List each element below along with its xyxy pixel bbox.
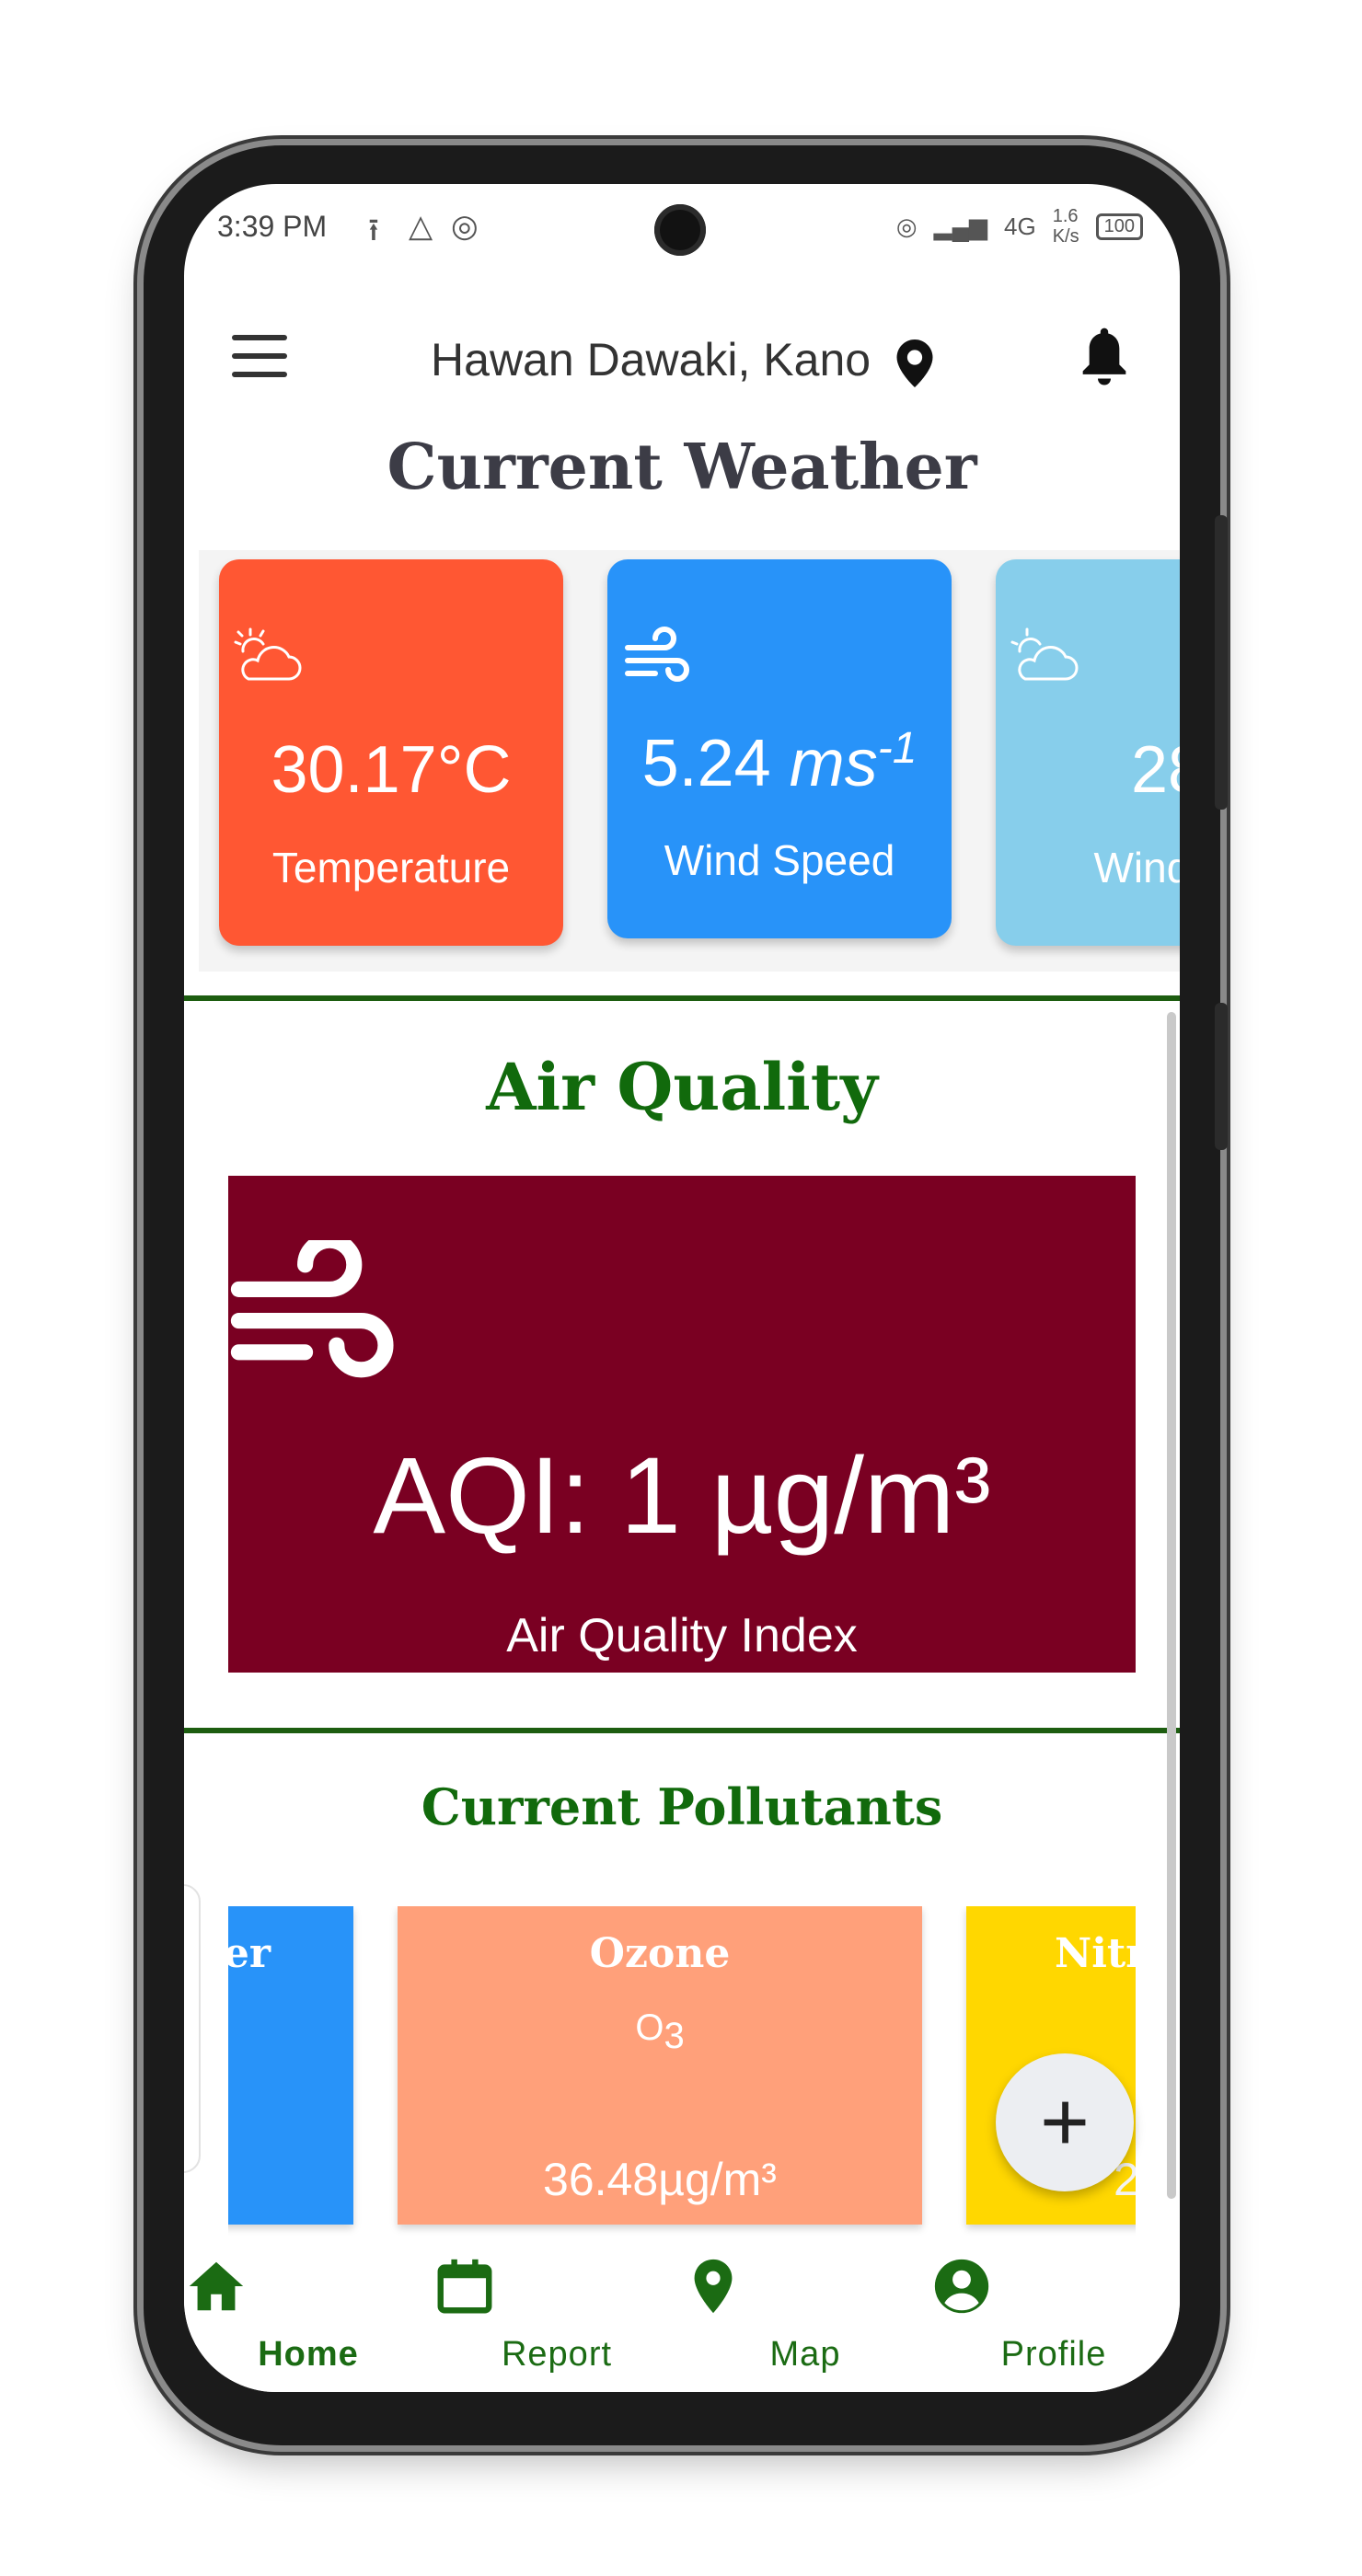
partly-cloudy-icon	[234, 627, 302, 681]
pollutant-formula: O3	[635, 2007, 685, 2056]
weather-cards-carousel[interactable]: 30.17°C Temperature 5.24 ms-1 Wind Speed	[199, 550, 1180, 972]
app-bar: Hawan Dawaki, Kano	[184, 313, 1180, 405]
profile-icon	[934, 2259, 989, 2314]
nav-home[interactable]: Home	[184, 2236, 433, 2392]
volume-button	[1215, 515, 1228, 810]
pollutants-title: Current Pollutants	[421, 1777, 943, 1836]
location-display[interactable]: Hawan Dawaki, Kano	[184, 333, 1180, 387]
battery-icon: 100	[1095, 213, 1143, 240]
pollutant-value: 36.48µg/m³	[543, 2154, 777, 2205]
hotspot-icon: ◎	[895, 212, 918, 240]
temperature-value: 30.17°C	[271, 733, 512, 807]
pollutant-name: ter	[228, 1930, 271, 1977]
hotspot-icon: ◎	[451, 209, 479, 244]
aqi-label: Air Quality Index	[506, 1609, 858, 1662]
plus-icon	[1044, 2101, 1086, 2144]
status-indicators: ◎ ▂▄▆ 4G 1.6 K/s 100	[896, 206, 1143, 247]
status-bar: 3:39 PM ⭱ △ ◎ ◎ ▂▄▆ 4G 1.6 K/s 100	[184, 184, 1180, 276]
status-time: 3:39 PM	[217, 210, 328, 243]
nav-map[interactable]: Map	[681, 2236, 929, 2392]
wind-speed-number: 5.24	[641, 727, 771, 800]
wind-icon	[625, 627, 689, 682]
carousel-edge	[184, 1884, 201, 2173]
calendar-icon	[437, 2259, 492, 2314]
map-pin-icon	[896, 339, 933, 387]
temperature-label: Temperature	[271, 844, 511, 891]
nav-report-label: Report	[501, 2335, 613, 2374]
aqi-value: AQI: 1 µg/m³	[373, 1435, 991, 1557]
upload-icon: ⭱	[368, 213, 379, 247]
current-weather-title: Current Weather	[387, 431, 977, 504]
home-icon	[189, 2261, 244, 2311]
drive-icon: △	[409, 209, 433, 244]
aqi-card[interactable]: AQI: 1 µg/m³ Air Quality Index	[228, 1176, 1136, 1673]
network-rate: 1.6 K/s	[1053, 206, 1079, 247]
wind-speed-unit: ms	[789, 727, 878, 800]
nav-profile[interactable]: Profile	[929, 2236, 1178, 2392]
nav-profile-label: Profile	[1000, 2335, 1107, 2374]
air-quality-title: Air Quality	[486, 1049, 878, 1125]
nav-home-label: Home	[258, 2335, 359, 2374]
bottom-navigation: Home Report Map Profile	[184, 2236, 1180, 2392]
nav-report[interactable]: Report	[433, 2236, 681, 2392]
pollutant-card-water[interactable]: ter	[228, 1906, 353, 2225]
network-rate-top: 1.6	[1052, 206, 1079, 226]
app-screen: 3:39 PM ⭱ △ ◎ ◎ ▂▄▆ 4G 1.6 K/s 100 Hawan…	[184, 184, 1180, 2392]
pollutant-name: Ozone	[589, 1930, 731, 1977]
partly-cloudy-icon	[1010, 627, 1079, 681]
network-rate-bottom: K/s	[1052, 226, 1079, 247]
network-type: 4G	[1004, 212, 1036, 240]
map-pin-icon	[694, 2259, 733, 2314]
power-button	[1215, 1003, 1228, 1150]
scrollbar[interactable]	[1167, 1012, 1176, 2199]
nav-map-label: Map	[769, 2335, 841, 2374]
wind-speed-label: Wind Speed	[664, 836, 895, 884]
wind-direction-card[interactable]: 28 Wind Di	[996, 559, 1180, 946]
front-camera	[654, 204, 706, 256]
pollutant-name: Nitr	[1055, 1930, 1136, 1977]
bell-icon[interactable]	[1079, 324, 1130, 388]
wind-speed-exponent: -1	[877, 724, 918, 773]
wind-speed-card[interactable]: 5.24 ms-1 Wind Speed	[607, 559, 952, 938]
wind-icon	[230, 1240, 394, 1378]
temperature-card[interactable]: 30.17°C Temperature	[219, 559, 563, 946]
wind-speed-value: 5.24 ms-1	[607, 723, 952, 801]
pollutants-carousel[interactable]: ter Ozone O3 36.48µg/m³ Nitr 2	[228, 1906, 1136, 2237]
signal-icon: ▂▄▆	[933, 212, 988, 240]
add-button[interactable]	[996, 2053, 1134, 2191]
section-divider	[184, 1728, 1180, 1733]
wind-direction-value: 28	[1130, 733, 1180, 807]
pollutant-card-ozone[interactable]: Ozone O3 36.48µg/m³	[398, 1906, 922, 2225]
wind-direction-label: Wind Di	[1093, 844, 1180, 891]
location-text: Hawan Dawaki, Kano	[431, 334, 871, 385]
section-divider	[184, 995, 1180, 1001]
